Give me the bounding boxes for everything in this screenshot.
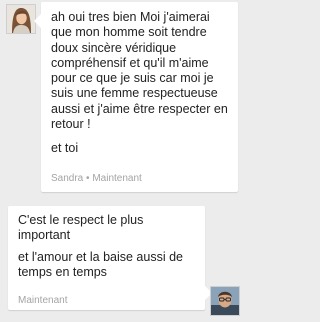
sender-name: Sandra <box>51 173 84 184</box>
incoming-message-bubble: ah oui tres bien Moi j'aimerai que mon h… <box>34 2 238 192</box>
message-timestamp: Maintenant <box>18 295 68 306</box>
message-text: ah oui tres bien Moi j'aimerai que mon h… <box>51 10 228 132</box>
message-text: et l'amour et la baise aussi de temps en… <box>18 249 183 279</box>
message-text: C'est le respect le plus important <box>18 213 144 243</box>
message-text: et toi <box>51 141 79 156</box>
bubble-tail <box>34 14 41 28</box>
message-meta: Sandra • Maintenant <box>51 173 142 185</box>
outgoing-message-bubble: C'est le respect le plus important et l'… <box>8 206 212 310</box>
sandra-avatar-icon[interactable] <box>6 4 36 34</box>
meta-separator: • <box>86 173 90 184</box>
message-meta: Maintenant <box>18 295 67 307</box>
self-avatar-icon[interactable] <box>210 286 240 316</box>
message-timestamp: Maintenant <box>92 173 142 184</box>
